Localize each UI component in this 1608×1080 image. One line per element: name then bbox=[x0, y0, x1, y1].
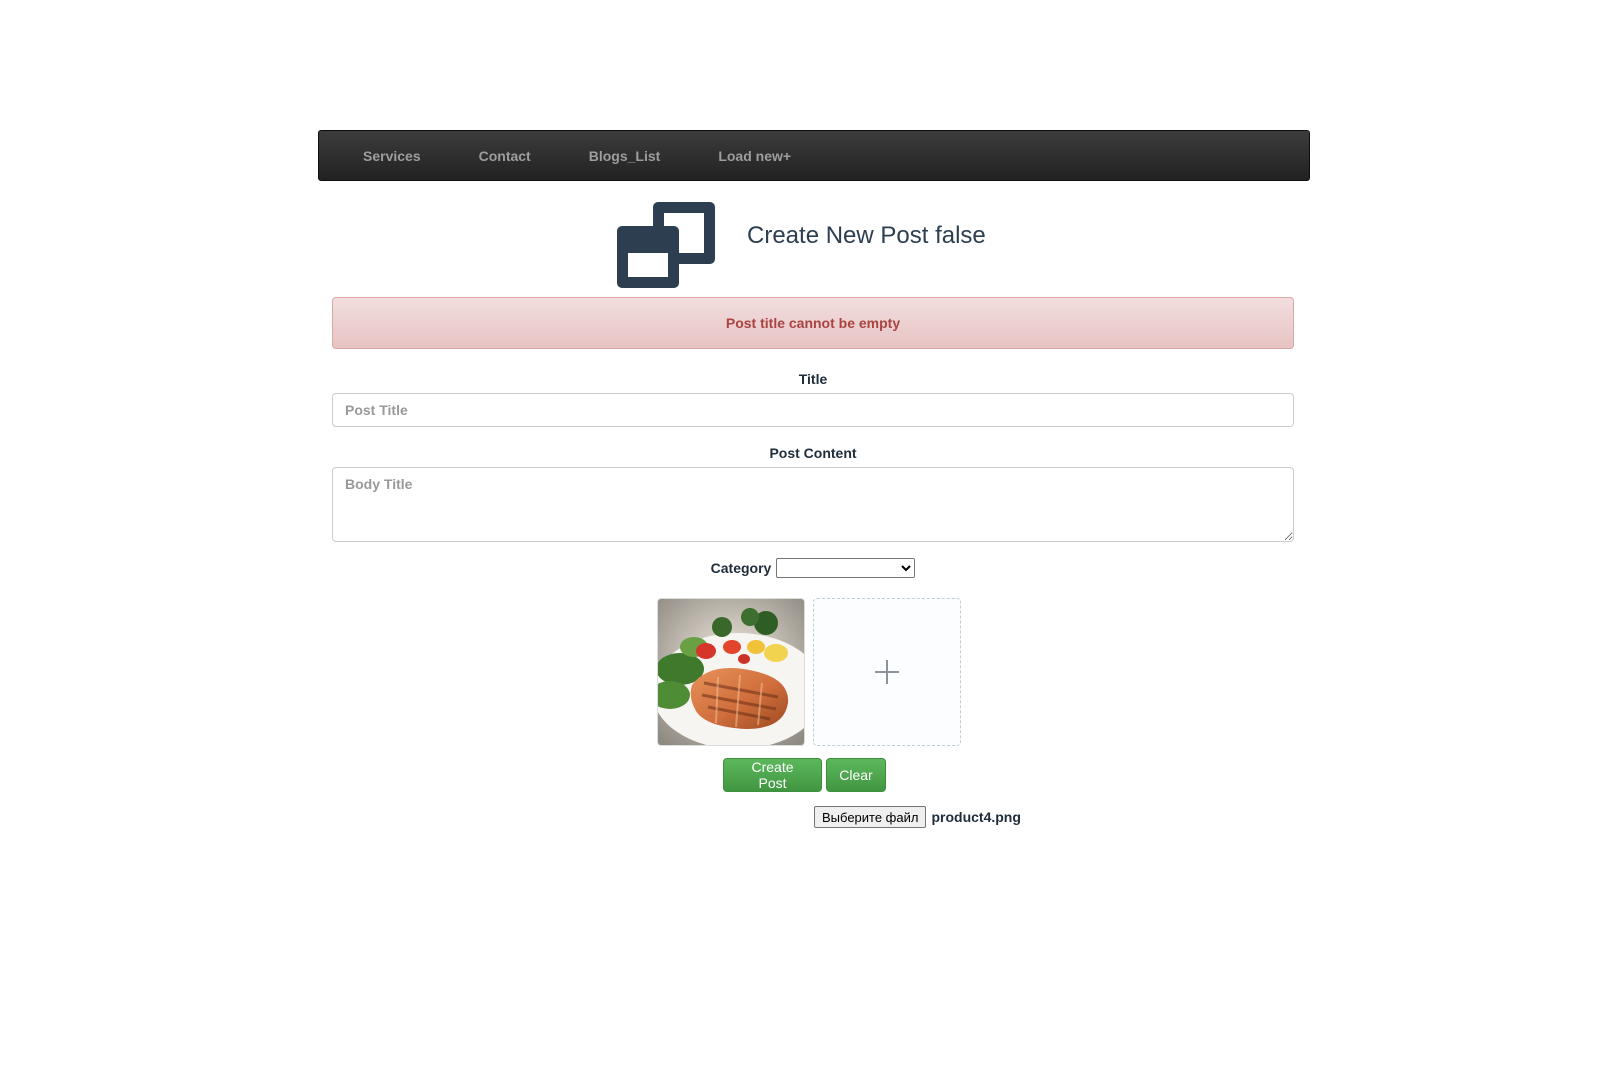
file-upload-row: Выберите файл product4.png bbox=[814, 806, 1021, 828]
post-content-label: Post Content bbox=[769, 445, 857, 461]
category-label: Category bbox=[710, 560, 772, 576]
nav-item-blogs-list[interactable]: Blogs_List bbox=[589, 148, 661, 164]
page-title: Create New Post false bbox=[747, 222, 986, 249]
nav-item-services[interactable]: Services bbox=[363, 148, 421, 164]
grilled-salmon-salad-photo bbox=[658, 599, 804, 745]
clear-button[interactable]: Clear bbox=[826, 758, 886, 792]
post-title-input[interactable] bbox=[332, 393, 1294, 427]
category-row: Category bbox=[332, 558, 1294, 578]
error-alert-message: Post title cannot be empty bbox=[725, 315, 901, 331]
plus-icon bbox=[875, 660, 899, 684]
post-content-textarea[interactable] bbox=[332, 467, 1294, 542]
uploaded-image-thumbnail[interactable] bbox=[657, 598, 805, 746]
nav-item-load-new[interactable]: Load new+ bbox=[718, 148, 791, 164]
restore-window-icon bbox=[617, 202, 715, 288]
add-image-button[interactable] bbox=[813, 598, 961, 746]
top-navbar: Services Contact Blogs_List Load new+ bbox=[318, 130, 1310, 181]
choose-file-button[interactable]: Выберите файл bbox=[814, 806, 927, 828]
nav-item-contact[interactable]: Contact bbox=[479, 148, 531, 164]
create-post-button[interactable]: Create Post bbox=[723, 758, 822, 792]
title-label: Title bbox=[798, 371, 828, 387]
selected-file-name: product4.png bbox=[931, 809, 1021, 825]
page-header: Create New Post false bbox=[617, 202, 986, 288]
category-select[interactable] bbox=[776, 558, 916, 578]
error-alert: Post title cannot be empty bbox=[332, 297, 1294, 349]
